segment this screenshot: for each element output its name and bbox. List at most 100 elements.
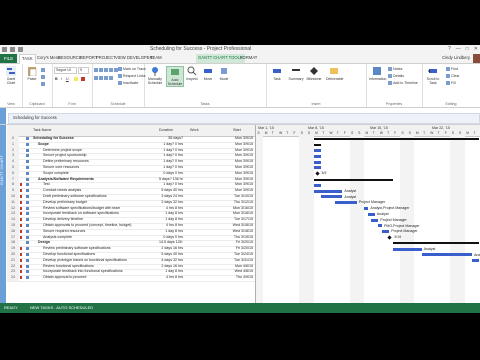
task-bar[interactable] — [313, 154, 321, 158]
tab-file[interactable]: FILE — [0, 54, 17, 63]
tab-project[interactable]: PROJECT — [96, 55, 116, 60]
italic-button[interactable]: I — [61, 77, 62, 81]
inspect-button[interactable]: Inspect — [184, 66, 200, 81]
task-bar[interactable] — [382, 230, 390, 234]
tab-view[interactable]: VIEW — [115, 55, 126, 60]
help-button[interactable]: ? — [448, 46, 451, 52]
save-icon[interactable] — [2, 47, 7, 52]
task-bar[interactable] — [392, 247, 422, 251]
day-label: T — [271, 131, 274, 135]
user-name[interactable]: Cindy Lindbery — [442, 55, 470, 60]
status-new-tasks[interactable]: NEW TASKS : AUTO SCHEDULED — [30, 305, 93, 310]
milestone-marker[interactable] — [315, 171, 320, 176]
task-mode-cell — [26, 275, 32, 282]
indent-icon[interactable] — [94, 76, 114, 81]
avatar[interactable] — [473, 54, 480, 63]
task-bar[interactable] — [421, 253, 472, 257]
summary-bar[interactable] — [313, 143, 321, 146]
start-cell[interactable]: Thu 4/9/15 — [217, 275, 253, 281]
flag-icon — [20, 276, 22, 280]
status-bar: READY NEW TASKS : AUTO SCHEDULED — [0, 303, 480, 313]
tab-corys-menu[interactable]: Cory's Menu — [37, 55, 60, 60]
undo-icon[interactable] — [10, 47, 15, 52]
copy-icon[interactable] — [41, 75, 46, 80]
task-bar[interactable] — [313, 160, 321, 164]
task-bar[interactable] — [371, 218, 379, 222]
mark-on-track-button[interactable]: Mark on Track — [118, 67, 146, 72]
task-bar[interactable] — [320, 195, 343, 199]
information-button[interactable]: Information — [369, 66, 387, 81]
task-bar[interactable] — [472, 259, 480, 263]
task-bar[interactable] — [313, 189, 343, 193]
auto-schedule-button[interactable]: Auto Schedule — [166, 66, 184, 87]
cut-icon[interactable] — [41, 68, 46, 73]
task-bar[interactable] — [313, 183, 321, 187]
tab-developer[interactable]: DEVELOPER — [127, 55, 153, 60]
notes-button[interactable]: Notes — [388, 67, 402, 72]
clear-button[interactable]: Clear — [446, 74, 460, 79]
project-summary-bar[interactable] — [313, 138, 480, 140]
weekend-column — [256, 136, 264, 303]
group-view: Gantt Chart View — [0, 64, 23, 107]
scroll-to-task-button[interactable]: Scroll to Task — [425, 66, 441, 85]
details-button[interactable]: Details — [388, 74, 404, 79]
summary-icon — [292, 69, 300, 71]
font-size-select[interactable]: 9 — [78, 67, 89, 74]
close-button[interactable]: ✕ — [474, 46, 478, 52]
add-to-timeline-button[interactable]: Add to Timeline — [388, 81, 418, 86]
tab-resource[interactable]: RESOURCE — [58, 55, 82, 60]
summary-bar[interactable] — [392, 242, 480, 245]
paste-button[interactable]: Paste — [24, 66, 40, 81]
summary-button[interactable]: Summary — [288, 66, 304, 81]
mode-button[interactable]: Mode — [216, 66, 232, 81]
fill-button[interactable]: Fill — [446, 81, 456, 86]
tab-format[interactable]: FORMAT — [240, 55, 257, 60]
respect-links-button[interactable]: Respect Links — [118, 74, 146, 79]
redo-icon[interactable] — [18, 47, 23, 52]
task-name-cell[interactable]: Obtain approval to proceed — [33, 275, 168, 281]
task-bar[interactable] — [313, 166, 321, 170]
summary-bar[interactable] — [313, 178, 393, 181]
font-name-select[interactable]: Segoe UI — [54, 67, 77, 74]
auto-schedule-mode-icon — [26, 177, 29, 181]
auto-schedule-mode-icon — [26, 189, 29, 193]
milestone-button[interactable]: Milestone — [306, 66, 322, 81]
tab-team[interactable]: TEAM — [150, 55, 162, 60]
column-header-start[interactable]: Start — [233, 128, 241, 132]
underline-button[interactable]: U — [66, 77, 69, 81]
task-bar[interactable] — [378, 224, 382, 228]
maximize-button[interactable]: □ — [466, 46, 469, 52]
auto-schedule-mode-icon — [26, 137, 29, 140]
table-row[interactable]: 24 Obtain approval to proceed 4 hrs 8 hrs T… — [7, 275, 255, 282]
tab-task[interactable]: TASK — [19, 54, 36, 64]
timeline-pane[interactable]: Scheduling for Success — [0, 108, 480, 125]
column-header-duration[interactable]: Duration — [159, 128, 173, 132]
task-bar[interactable] — [364, 207, 369, 210]
manually-schedule-button[interactable]: Manually Schedule — [147, 66, 163, 85]
font-color-icon[interactable] — [81, 77, 86, 82]
weekend-column — [407, 136, 415, 303]
resource-label: Project Manager — [380, 217, 407, 222]
column-header-task-name[interactable]: Task Name — [33, 128, 51, 132]
gantt-chart-button[interactable]: Gantt Chart — [3, 66, 19, 85]
bold-button[interactable]: B — [55, 77, 58, 81]
duration-cell[interactable]: 4 hrs 8 hrs — [159, 275, 183, 281]
move-button[interactable]: Move — [200, 66, 216, 81]
find-button[interactable]: Find — [446, 67, 458, 72]
task-bar[interactable] — [313, 149, 321, 152]
column-header-work[interactable]: Work — [190, 128, 199, 132]
format-painter-icon[interactable] — [41, 82, 46, 87]
minimize-button[interactable]: — — [456, 46, 461, 52]
task-bar[interactable] — [367, 212, 375, 216]
task-button[interactable]: Task — [269, 66, 285, 81]
milestone-marker[interactable] — [387, 235, 393, 240]
complete-0-icon[interactable] — [94, 68, 119, 73]
day-label: T — [387, 131, 390, 135]
auto-schedule-mode-icon — [26, 183, 29, 187]
tab-report[interactable]: REPORT — [80, 55, 97, 60]
deliverable-button[interactable]: Deliverable — [326, 66, 344, 81]
timeline-bar[interactable]: Scheduling for Success — [8, 113, 480, 124]
highlight-icon[interactable] — [74, 77, 79, 82]
task-bar[interactable] — [335, 201, 357, 205]
inactivate-button[interactable]: Inactivate — [118, 81, 138, 86]
